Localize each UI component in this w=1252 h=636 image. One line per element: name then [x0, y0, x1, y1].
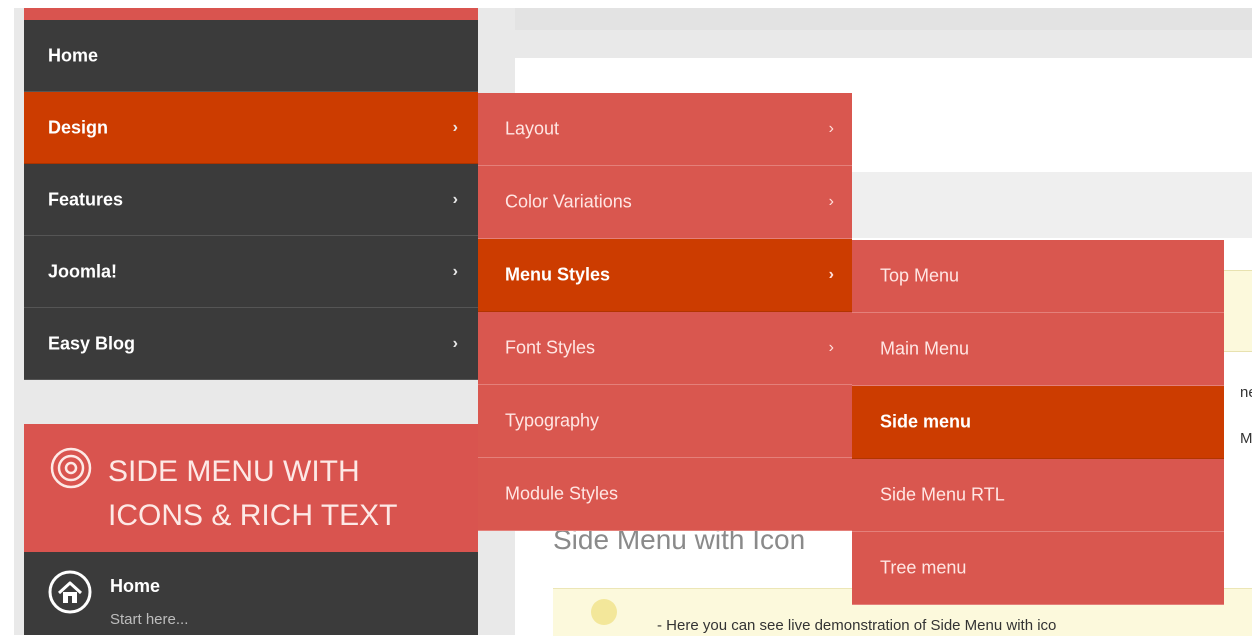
submenu-item-typography[interactable]: Typography	[478, 385, 852, 458]
menu-styles-submenu: Top Menu Main Menu Side menu Side Menu R…	[852, 240, 1224, 605]
submenu-item-layout[interactable]: Layout ›	[478, 93, 852, 166]
submenu-item-side-menu[interactable]: Side menu	[852, 386, 1224, 459]
menu-item-label: Top Menu	[880, 265, 960, 286]
lightbulb-icon	[591, 599, 617, 625]
side-item-title: Home	[110, 576, 161, 596]
menu-item-label: Color Variations	[505, 191, 632, 212]
main-menu-item-design[interactable]: Design ›	[24, 92, 478, 164]
submenu-item-menu-styles[interactable]: Menu Styles ›	[478, 239, 852, 312]
chevron-right-icon: ›	[828, 193, 834, 210]
home-icon	[48, 570, 92, 614]
main-menu-item-home[interactable]: Home	[24, 20, 478, 92]
module-title: SIDE MENU WITH ICONS & RICH TEXT	[108, 455, 398, 532]
main-menu: Home Design › Features › Joomla! › Easy …	[24, 8, 478, 380]
menu-item-label: Module Styles	[505, 483, 619, 504]
content-clipped-text: ne	[1240, 384, 1252, 401]
content-clipped-text: Me	[1240, 430, 1252, 447]
side-menu-item-home[interactable]: Home Start here...	[24, 552, 478, 635]
menu-item-label: Layout	[505, 118, 560, 139]
side-item-subtitle: Start here...	[110, 611, 189, 628]
chevron-right-icon: ›	[828, 266, 834, 283]
menu-item-label: Tree menu	[880, 557, 967, 578]
content-top-strip	[515, 8, 1252, 30]
main-menu-item-joomla[interactable]: Joomla! ›	[24, 236, 478, 308]
menu-item-label: Design	[48, 117, 109, 137]
screenshot-stage: ne Me Side Menu with Icon - Here you can…	[0, 0, 1252, 636]
menu-item-label: Joomla!	[48, 261, 118, 281]
menu-item-label: Home	[48, 45, 99, 65]
submenu-item-side-menu-rtl[interactable]: Side Menu RTL	[852, 459, 1224, 532]
menu-item-label: Font Styles	[505, 337, 596, 358]
main-menu-item-easy-blog[interactable]: Easy Blog ›	[24, 308, 478, 380]
submenu-item-color-variations[interactable]: Color Variations ›	[478, 166, 852, 239]
menu-item-label: Typography	[505, 410, 600, 431]
menu-item-label: Menu Styles	[505, 264, 611, 285]
menu-item-label: Main Menu	[880, 338, 970, 359]
chevron-right-icon: ›	[452, 334, 458, 352]
design-submenu: Layout › Color Variations › Menu Styles …	[478, 93, 852, 531]
menu-item-label: Side Menu RTL	[880, 484, 1005, 505]
target-icon	[50, 447, 92, 489]
chevron-right-icon: ›	[828, 339, 834, 356]
submenu-item-module-styles[interactable]: Module Styles	[478, 458, 852, 531]
menu-item-label: Side menu	[880, 411, 972, 432]
side-menu-module-header: SIDE MENU WITH ICONS & RICH TEXT	[24, 424, 478, 552]
intro-text: - Here you can see live demonstration of…	[657, 617, 1057, 634]
chevron-right-icon: ›	[452, 118, 458, 136]
menu-item-label: Easy Blog	[48, 333, 136, 353]
submenu-item-top-menu[interactable]: Top Menu	[852, 240, 1224, 313]
main-menu-item-features[interactable]: Features ›	[24, 164, 478, 236]
submenu-item-tree-menu[interactable]: Tree menu	[852, 532, 1224, 605]
main-menu-top-bar	[24, 8, 478, 20]
submenu-item-font-styles[interactable]: Font Styles ›	[478, 312, 852, 385]
chevron-right-icon: ›	[452, 262, 458, 280]
chevron-right-icon: ›	[828, 120, 834, 137]
chevron-right-icon: ›	[452, 190, 458, 208]
submenu-item-main-menu[interactable]: Main Menu	[852, 313, 1224, 386]
menu-item-label: Features	[48, 189, 124, 209]
